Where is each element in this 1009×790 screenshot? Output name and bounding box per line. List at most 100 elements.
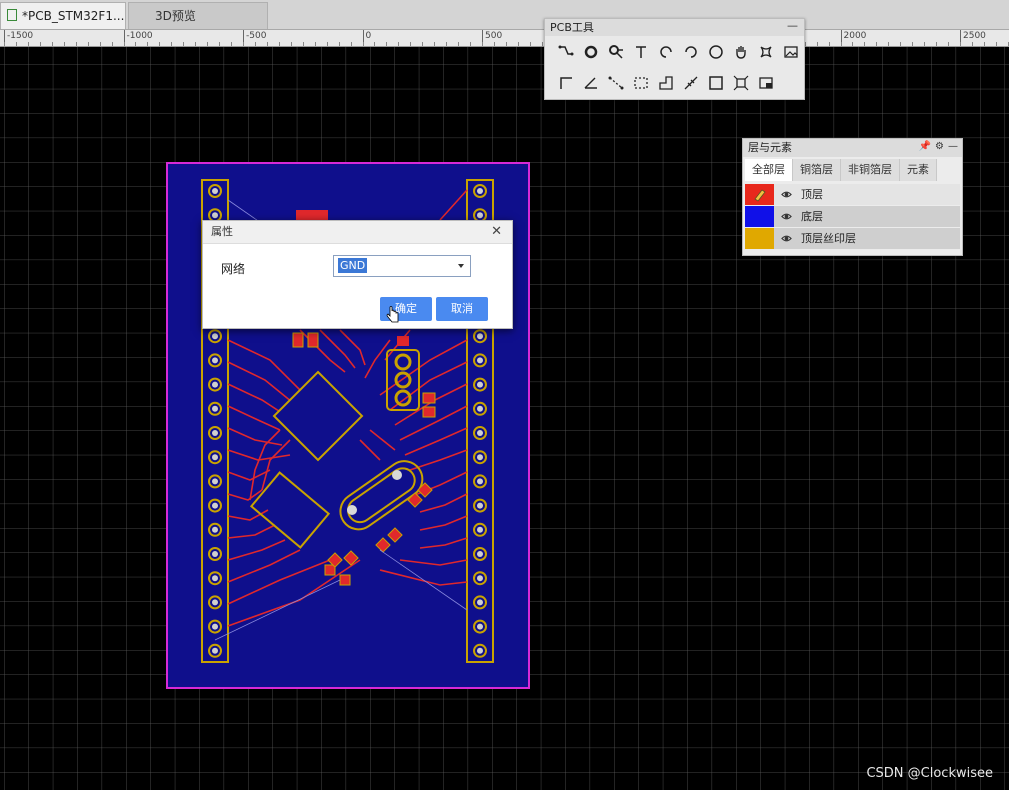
dimension-icon[interactable]: [603, 72, 628, 94]
ruler-minor-tick: [195, 42, 197, 46]
ruler-minor-tick: [422, 42, 424, 46]
ruler-minor-tick: [458, 42, 460, 46]
pad-hole: [477, 188, 483, 194]
pad-hole: [477, 454, 483, 461]
pcb-tools-row-2: [553, 72, 778, 94]
pad-hole: [477, 623, 483, 630]
net-select[interactable]: GND: [333, 255, 471, 277]
ruler-minor-tick: [900, 42, 902, 46]
ruler-minor-tick: [87, 42, 89, 46]
ruler-minor-tick: [983, 42, 985, 46]
pad-hole: [212, 526, 218, 533]
pad-hole: [212, 623, 218, 630]
properties-dialog: 属性 ✕ 网络 GND 确定 取消: [202, 220, 513, 329]
pad-hole: [477, 599, 483, 606]
ruler-minor-tick: [278, 42, 280, 46]
ruler-minor-tick: [541, 42, 543, 46]
ruler-minor-tick: [51, 42, 53, 46]
pan-hand-icon[interactable]: [728, 41, 753, 63]
pad-hole: [477, 405, 483, 412]
pad-hole: [212, 381, 218, 388]
layer-color-swatch[interactable]: [745, 228, 774, 249]
polygon-icon[interactable]: [653, 72, 678, 94]
pencil-icon: [754, 189, 766, 202]
layer-color-swatch[interactable]: [745, 184, 774, 205]
image-icon[interactable]: [778, 41, 803, 63]
ruler-minor-tick: [326, 42, 328, 46]
ruler-minor-tick: [888, 42, 890, 46]
ruler-minor-tick: [948, 42, 950, 46]
tab-non-copper-layers[interactable]: 非铜箔层: [841, 159, 900, 181]
wire-icon[interactable]: [553, 41, 578, 63]
net-field-label: 网络: [221, 262, 246, 276]
gear-icon[interactable]: ⚙: [935, 141, 944, 152]
shape-icon[interactable]: [753, 41, 778, 63]
dialog-title: 属性: [203, 221, 512, 244]
circle-icon[interactable]: [703, 41, 728, 63]
ruler-minor-tick: [39, 42, 41, 46]
eye-icon[interactable]: [781, 189, 792, 200]
ruler-minor-tick: [493, 42, 495, 46]
ruler-label: -1000: [126, 31, 153, 41]
ruler-minor-tick: [290, 42, 292, 46]
pad-hole: [477, 333, 483, 340]
pad-icon[interactable]: [603, 41, 628, 63]
pad-hole: [212, 430, 218, 436]
pcb-tools-row-1: [553, 41, 803, 63]
net-label-icon[interactable]: [678, 72, 703, 94]
pad-hole: [477, 212, 483, 219]
ruler-minor-tick: [99, 42, 101, 46]
ruler-minor-tick: [971, 42, 973, 46]
ruler-minor-tick: [314, 42, 316, 46]
ruler-label: 500: [485, 31, 503, 41]
pcb-tools-panel: PCB工具 —: [544, 18, 805, 100]
pad-hole: [477, 575, 483, 582]
net-select-value: GND: [338, 258, 368, 273]
ruler-minor-tick: [254, 42, 256, 46]
corner-icon[interactable]: [553, 72, 578, 94]
chevron-down-icon[interactable]: [458, 264, 464, 268]
ruler-minor-tick: [350, 42, 352, 46]
minimize-icon[interactable]: —: [948, 141, 958, 152]
copper-pour-icon[interactable]: [753, 72, 778, 94]
ruler-minor-tick: [912, 42, 914, 46]
ruler-label: 2500: [963, 31, 986, 41]
layer-color-swatch[interactable]: [745, 206, 774, 227]
close-icon[interactable]: ✕: [491, 224, 502, 239]
layer-name: 顶层: [801, 188, 823, 201]
rectangle-icon[interactable]: [703, 72, 728, 94]
ruler-minor-tick: [995, 42, 997, 46]
tab-elements[interactable]: 元素: [900, 159, 937, 181]
pin-icon[interactable]: 📌: [919, 141, 931, 152]
pad-hole: [212, 212, 218, 219]
layer-row-top[interactable]: 顶层: [745, 184, 960, 205]
ruler-minor-tick: [840, 42, 842, 46]
pcb-tools-minimize-button[interactable]: —: [787, 19, 798, 32]
tab-pcb-document[interactable]: *PCB_STM32F1...: [0, 2, 126, 29]
ruler-minor-tick: [446, 42, 448, 46]
text-icon[interactable]: [628, 41, 653, 63]
via-icon[interactable]: [578, 41, 603, 63]
ruler-minor-tick: [386, 42, 388, 46]
ruler-label: -1500: [7, 31, 34, 41]
tab-all-layers[interactable]: 全部层: [745, 159, 793, 181]
cancel-button[interactable]: 取消: [436, 297, 488, 321]
layer-row-bottom[interactable]: 底层: [745, 206, 960, 227]
tab-copper-layers[interactable]: 铜箔层: [793, 159, 841, 181]
align-icon[interactable]: [728, 72, 753, 94]
region-icon[interactable]: [628, 72, 653, 94]
tab-3d-preview[interactable]: 3D预览: [128, 2, 268, 29]
pad-hole: [212, 599, 218, 606]
ruler-minor-tick: [529, 42, 531, 46]
ruler-minor-tick: [111, 42, 113, 46]
eye-icon[interactable]: [781, 211, 792, 222]
layer-row-top-silkscreen[interactable]: 顶层丝印层: [745, 228, 960, 249]
ruler-minor-tick: [302, 42, 304, 46]
arc-icon[interactable]: [653, 41, 678, 63]
horizontal-ruler: -1500-1000-50005001000150020002500: [0, 30, 1009, 47]
ruler-minor-tick: [828, 42, 830, 46]
arc-ccw-icon[interactable]: [678, 41, 703, 63]
eye-icon[interactable]: [781, 233, 792, 244]
ruler-minor-tick: [936, 42, 938, 46]
angle-icon[interactable]: [578, 72, 603, 94]
